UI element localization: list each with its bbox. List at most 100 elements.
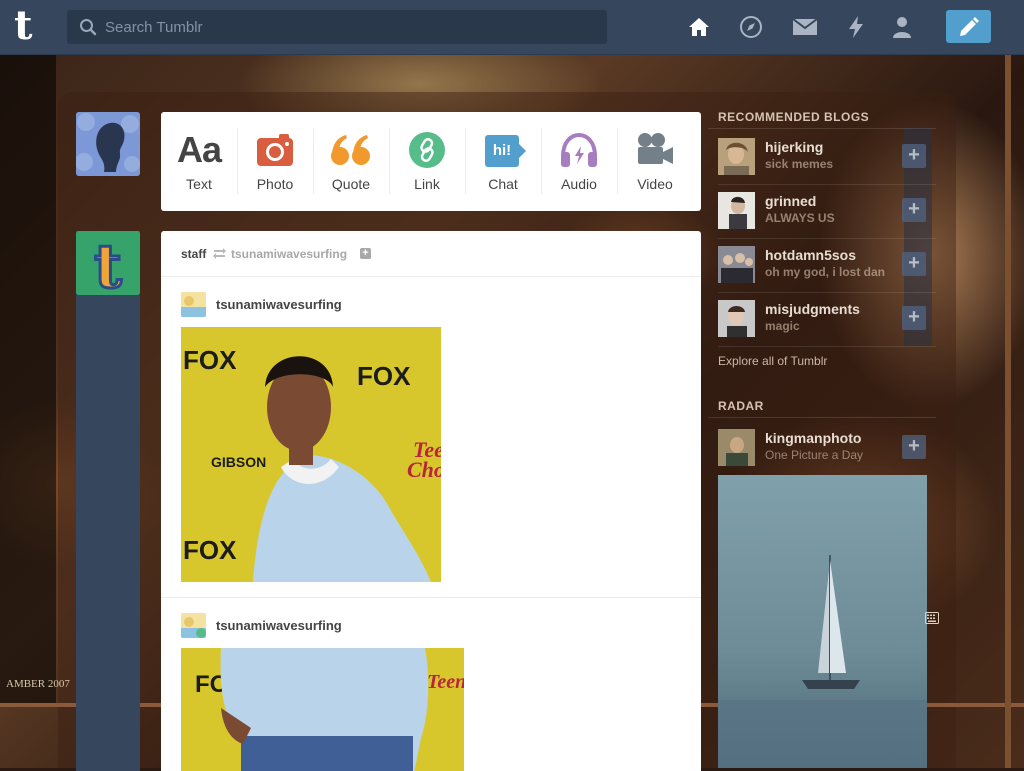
blog-name[interactable]: hijerking xyxy=(765,139,823,155)
post-photo[interactable]: FOX FOX FOX GIBSON Teen Choice xyxy=(181,327,441,582)
activity-lightning-icon[interactable] xyxy=(843,14,869,40)
post-type-quote-button[interactable]: Quote xyxy=(313,112,389,211)
blog-description: magic xyxy=(765,319,800,333)
chat-bubble-icon: hi! xyxy=(484,134,526,167)
home-icon[interactable] xyxy=(686,14,712,40)
person-photo-image: FOX Teen xyxy=(181,648,464,771)
compose-button[interactable] xyxy=(946,10,991,43)
svg-text:FOX: FOX xyxy=(183,345,237,375)
post-type-audio-button[interactable]: Audio xyxy=(541,112,617,211)
blog-avatar[interactable] xyxy=(718,300,755,337)
recommended-blogs-heading: RECOMMENDED BLOGS xyxy=(718,110,870,124)
radar-post-image[interactable] xyxy=(718,475,927,768)
poster-avatar[interactable] xyxy=(181,292,206,317)
blog-avatar[interactable] xyxy=(718,138,755,175)
explore-all-link[interactable]: Explore all of Tumblr xyxy=(718,354,827,368)
recommended-blog-item[interactable]: hotdamn5sos oh my god, i lost dan + xyxy=(718,241,928,289)
post-type-link-button[interactable]: Link xyxy=(389,112,465,211)
blog-name[interactable]: kingmanphoto xyxy=(765,430,861,446)
blog-name[interactable]: grinned xyxy=(765,193,816,209)
blog-name[interactable]: hotdamn5sos xyxy=(765,247,856,263)
search-box xyxy=(67,10,607,44)
sidebar-rule xyxy=(708,128,936,129)
camera-icon xyxy=(257,134,293,166)
mail-icon[interactable] xyxy=(792,14,818,40)
poster-avatar[interactable] xyxy=(181,613,206,638)
follow-source-plus-icon[interactable]: + xyxy=(360,248,371,259)
svg-text:Teen: Teen xyxy=(427,671,464,693)
poster-name-link[interactable]: tsunamiwavesurfing xyxy=(216,618,342,633)
recommended-blog-item[interactable]: misjudgments magic + xyxy=(718,295,928,343)
quote-icon xyxy=(331,135,370,165)
top-navigation-bar: t xyxy=(0,0,1024,55)
follow-plus-button[interactable]: + xyxy=(902,144,926,168)
text-aa-icon: Aa xyxy=(176,129,222,170)
post-type-label: Audio xyxy=(561,176,597,192)
svg-text:Choice: Choice xyxy=(407,457,441,482)
blog-description: One Picture a Day xyxy=(765,448,864,462)
post-type-label: Quote xyxy=(331,176,371,192)
follow-plus-button[interactable]: + xyxy=(902,198,926,222)
headphones-icon xyxy=(561,132,597,167)
left-avatar-column xyxy=(76,231,140,771)
post-type-chat-button[interactable]: hi! Chat xyxy=(465,112,541,211)
search-icon xyxy=(80,19,97,36)
blog-avatar[interactable] xyxy=(718,429,755,466)
search-input[interactable] xyxy=(105,10,595,44)
blog-description: sick memes xyxy=(765,157,834,171)
sidebar-separator xyxy=(718,184,936,185)
post-header: staff tsunamiwavesurfing + xyxy=(161,231,701,277)
post-type-label: Chat xyxy=(488,176,518,192)
reblogger-name-link[interactable]: staff xyxy=(181,247,206,261)
post-type-label: Photo xyxy=(256,176,294,192)
blog-description: oh my god, i lost dan xyxy=(765,265,885,279)
source-blog-link[interactable]: tsunamiwavesurfing xyxy=(231,247,347,261)
svg-text:FOX: FOX xyxy=(357,361,411,391)
poster-name-link[interactable]: tsunamiwavesurfing xyxy=(216,297,342,312)
post-divider xyxy=(161,597,701,598)
blog-avatar[interactable] xyxy=(718,246,755,283)
person-photo-image: FOX FOX FOX GIBSON Teen Choice xyxy=(181,327,441,582)
background-left-shadow xyxy=(0,54,56,704)
post-type-label: Link xyxy=(414,176,440,192)
reblog-arrows-icon xyxy=(213,248,226,259)
explore-compass-icon[interactable] xyxy=(738,14,764,40)
link-icon xyxy=(409,132,445,168)
post-type-label: Text xyxy=(186,176,212,192)
svg-text:FOX: FOX xyxy=(183,535,237,565)
post-type-text-button[interactable]: Aa Text xyxy=(161,112,237,211)
sidebar-rule xyxy=(708,417,936,418)
account-person-icon[interactable] xyxy=(889,14,915,40)
follow-plus-button[interactable]: + xyxy=(902,252,926,276)
follow-plus-button[interactable]: + xyxy=(902,306,926,330)
staff-blog-avatar[interactable]: t xyxy=(76,231,140,304)
radar-blog-item[interactable]: kingmanphoto One Picture a Day + xyxy=(718,424,928,472)
svg-text:t: t xyxy=(94,232,122,295)
user-avatar[interactable] xyxy=(76,112,140,176)
staff-tumblr-logo-icon: t xyxy=(76,231,140,304)
sidebar-separator xyxy=(718,346,936,347)
blog-description: ALWAYS US xyxy=(765,211,835,225)
recommended-blog-item[interactable]: hijerking sick memes + xyxy=(718,133,928,181)
post-photo[interactable]: FOX Teen xyxy=(181,648,464,771)
silhouette-avatar-icon xyxy=(76,112,140,176)
svg-text:GIBSON: GIBSON xyxy=(211,454,266,470)
sidebar-separator xyxy=(718,292,936,293)
post-type-photo-button[interactable]: Photo xyxy=(237,112,313,211)
post-type-video-button[interactable]: Video xyxy=(617,112,693,211)
background-right-stripe xyxy=(1005,54,1011,768)
sailboat-photo-image xyxy=(718,475,927,768)
tumblr-logo[interactable]: t xyxy=(14,6,52,46)
recommended-blog-item[interactable]: grinned ALWAYS US + xyxy=(718,187,928,235)
dashboard-post: staff tsunamiwavesurfing + tsunamiwavesu… xyxy=(161,231,701,771)
radar-heading: RADAR xyxy=(718,399,764,413)
compose-pencil-icon xyxy=(959,16,979,36)
post-type-bar: Aa Text Photo Quote Link hi! Chat Audio … xyxy=(161,112,701,211)
blog-name[interactable]: misjudgments xyxy=(765,301,860,317)
background-watermark: AMBER 2007 xyxy=(6,678,70,690)
blog-avatar[interactable] xyxy=(718,192,755,229)
follow-plus-button[interactable]: + xyxy=(902,435,926,459)
video-camera-icon xyxy=(638,133,673,164)
keyboard-shortcuts-icon[interactable] xyxy=(925,612,939,624)
sidebar-separator xyxy=(718,238,936,239)
